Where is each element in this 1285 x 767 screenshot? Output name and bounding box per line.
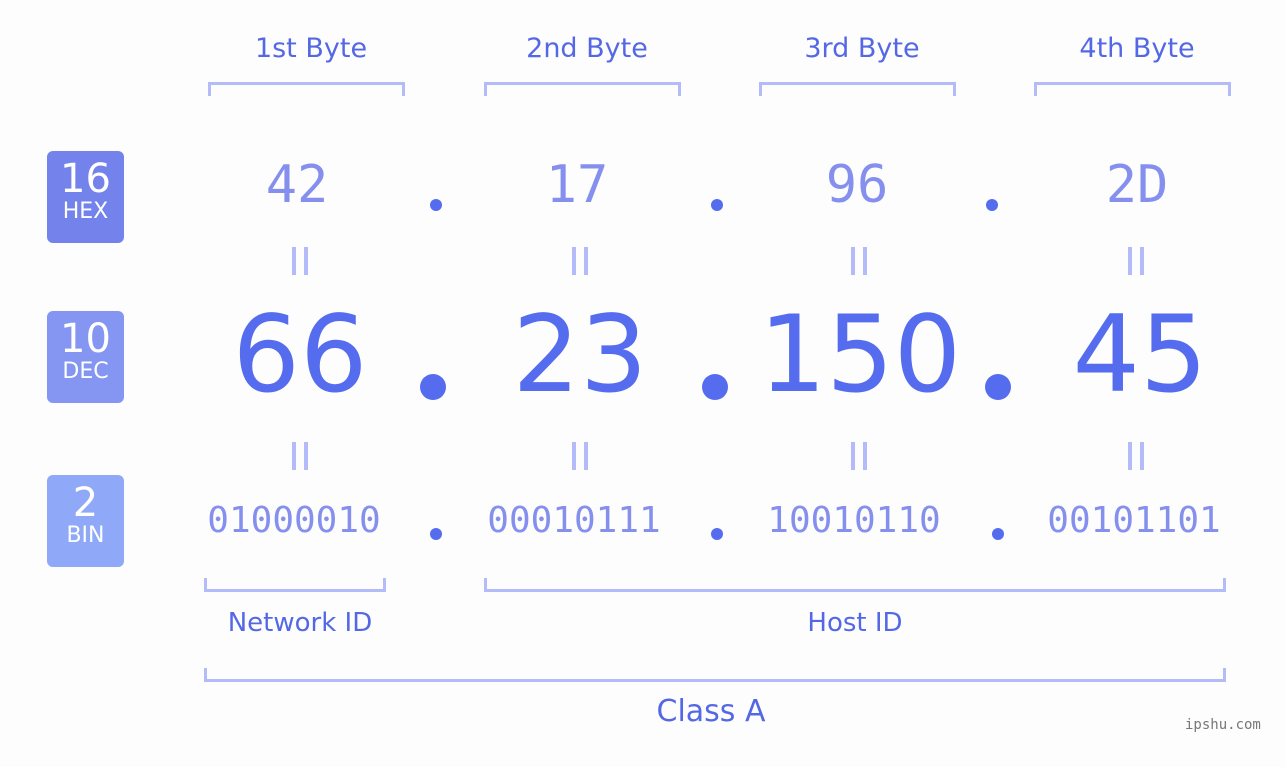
host-id-label: Host ID: [807, 608, 903, 638]
byte-label-2: 2nd Byte: [526, 33, 648, 64]
bin-badge: 2 BIN: [47, 475, 124, 567]
dec-value-4: 45: [1072, 293, 1208, 416]
equals-icon: [1128, 247, 1144, 275]
hex-badge-label: HEX: [62, 199, 109, 224]
bin-separator-dot: [711, 528, 723, 540]
hex-separator-dot: [711, 199, 723, 211]
hex-value-2: 17: [545, 155, 609, 215]
bin-badge-number: 2: [72, 480, 99, 526]
dec-badge-label: DEC: [62, 359, 109, 384]
dec-value-2: 23: [512, 293, 648, 416]
equals-icon: [292, 247, 308, 275]
bin-separator-dot: [992, 528, 1004, 540]
hex-value-4: 2D: [1105, 155, 1169, 215]
bin-value-1: 01000010: [207, 500, 381, 541]
class-bracket: [204, 668, 1226, 682]
watermark: ipshu.com: [1185, 717, 1261, 733]
byte-label-1: 1st Byte: [254, 33, 368, 64]
equals-icon: [851, 442, 867, 470]
byte-bracket-4: [1034, 82, 1231, 96]
equals-icon: [572, 442, 588, 470]
hex-badge-number: 16: [60, 156, 111, 202]
hex-value-3: 96: [825, 155, 889, 215]
dec-badge: 10 DEC: [47, 311, 124, 403]
byte-bracket-1: [208, 82, 405, 96]
byte-bracket-2: [484, 82, 681, 96]
bin-badge-label: BIN: [66, 523, 105, 548]
hex-separator-dot: [986, 199, 998, 211]
dec-separator-dot: [702, 374, 728, 400]
equals-icon: [292, 442, 308, 470]
bin-value-3: 10010110: [767, 500, 941, 541]
hex-badge: 16 HEX: [47, 151, 124, 243]
equals-icon: [572, 247, 588, 275]
equals-icon: [851, 247, 867, 275]
bin-value-4: 00101101: [1047, 500, 1221, 541]
dec-value-1: 66: [232, 293, 368, 416]
byte-bracket-3: [759, 82, 956, 96]
hex-separator-dot: [430, 199, 442, 211]
network-id-label: Network ID: [227, 608, 373, 638]
network-id-bracket: [204, 578, 386, 592]
byte-label-4: 4th Byte: [1079, 33, 1195, 64]
class-label: Class A: [656, 694, 766, 729]
hex-value-1: 42: [265, 155, 329, 215]
dec-badge-number: 10: [60, 316, 111, 362]
dec-separator-dot: [420, 374, 446, 400]
dec-value-3: 150: [758, 293, 962, 416]
host-id-bracket: [484, 578, 1226, 592]
equals-icon: [1128, 442, 1144, 470]
byte-label-3: 3rd Byte: [804, 33, 920, 64]
bin-separator-dot: [430, 528, 442, 540]
dec-separator-dot: [985, 374, 1011, 400]
bin-value-2: 00010111: [487, 500, 661, 541]
